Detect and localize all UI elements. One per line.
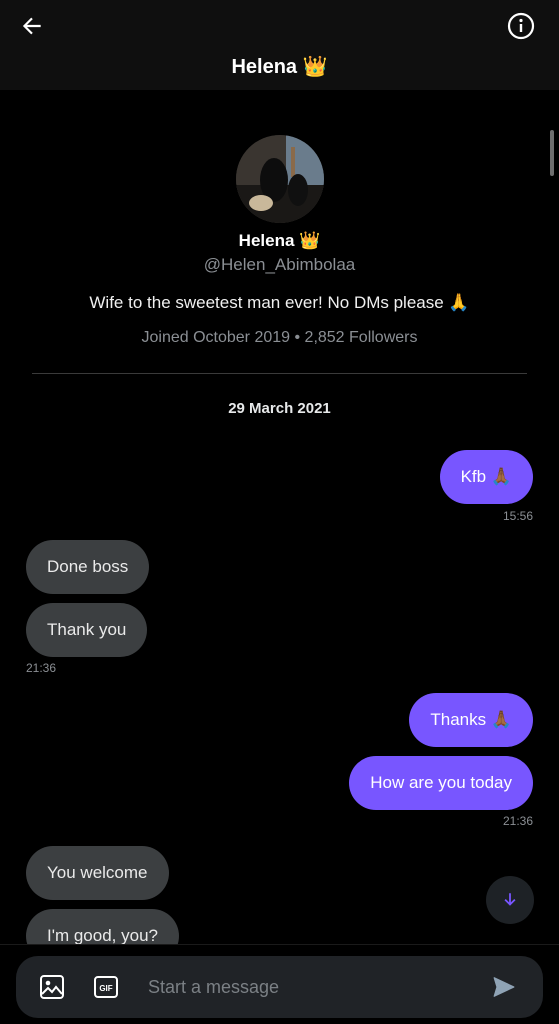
arrow-down-icon bbox=[504, 893, 516, 906]
back-button[interactable] bbox=[14, 8, 50, 44]
gif-button[interactable]: GIF bbox=[92, 973, 120, 1001]
profile-handle[interactable]: @Helen_Abimbolaa bbox=[0, 255, 559, 275]
divider bbox=[32, 373, 527, 374]
message-timestamp: 21:36 bbox=[502, 814, 533, 828]
message-bubble-incoming[interactable]: Thank you bbox=[26, 603, 148, 657]
date-separator: 29 March 2021 bbox=[228, 400, 331, 417]
message-bubble-outgoing[interactable]: Thanks 🙏🏾 bbox=[409, 693, 533, 747]
send-button[interactable] bbox=[490, 973, 518, 1001]
profile-header: Helena 👑 @Helen_Abimbolaa Wife to the sw… bbox=[0, 135, 559, 347]
conversation-title: Helena 👑 bbox=[231, 56, 328, 78]
message-bubble-incoming[interactable]: You welcome bbox=[26, 846, 169, 900]
profile-bio: Wife to the sweetest man ever! No DMs pl… bbox=[89, 293, 470, 312]
back-arrow-icon bbox=[22, 17, 41, 35]
message-bubble-outgoing[interactable]: Kfb 🙏🏾 bbox=[439, 450, 533, 504]
gif-icon: GIF bbox=[94, 976, 118, 998]
message-input[interactable] bbox=[148, 974, 478, 1000]
message-bubble-incoming[interactable]: Done boss bbox=[26, 540, 150, 594]
image-icon bbox=[40, 975, 64, 999]
profile-name: Helena 👑 bbox=[238, 231, 321, 250]
info-button[interactable] bbox=[503, 8, 539, 44]
avatar[interactable] bbox=[235, 135, 324, 223]
send-icon bbox=[493, 977, 515, 997]
profile-meta: Joined October 2019 • 2,852 Followers bbox=[141, 329, 418, 346]
message-timestamp: 15:56 bbox=[502, 509, 533, 523]
image-button[interactable] bbox=[38, 973, 66, 1001]
message-timestamp: 21:36 bbox=[26, 661, 57, 675]
svg-text:GIF: GIF bbox=[99, 984, 112, 993]
message-composer: GIF bbox=[16, 956, 543, 1018]
info-icon bbox=[507, 12, 535, 40]
top-bar: Helena 👑 bbox=[0, 0, 559, 90]
message-bubble-outgoing[interactable]: How are you today bbox=[349, 756, 533, 810]
scroll-to-bottom-button[interactable] bbox=[486, 876, 534, 924]
